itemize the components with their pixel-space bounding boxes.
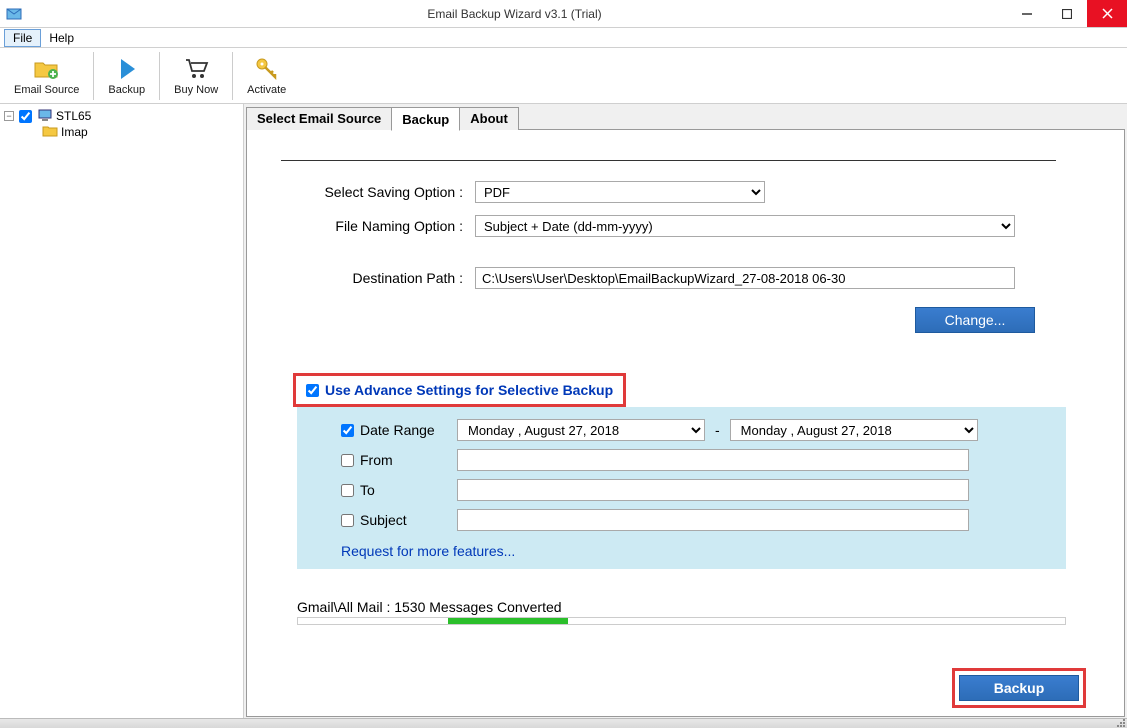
cart-icon — [182, 55, 210, 83]
subject-checkbox[interactable] — [341, 514, 354, 527]
progress-fill — [448, 618, 568, 624]
from-checkbox[interactable] — [341, 454, 354, 467]
subject-field: Subject — [341, 512, 451, 528]
from-field: From — [341, 452, 451, 468]
tab-about[interactable]: About — [459, 107, 519, 130]
to-input[interactable] — [457, 479, 969, 501]
tab-content-backup: Select Saving Option : PDF File Naming O… — [246, 129, 1125, 717]
separator-line — [281, 160, 1056, 161]
advance-settings-label: Use Advance Settings for Selective Backu… — [325, 382, 613, 398]
tree-child-row[interactable]: Imap — [4, 124, 239, 140]
minimize-button[interactable] — [1007, 0, 1047, 27]
date-range-field: Date Range — [341, 422, 451, 438]
filter-panel: Date Range Monday , August 27, 2018 - Mo… — [297, 407, 1066, 569]
toolbar-buy-now[interactable]: Buy Now — [166, 50, 226, 102]
tabstrip: Select Email Source Backup About — [246, 107, 1127, 130]
toolbar: Email Source Backup Buy Now Activate — [0, 48, 1127, 104]
toolbar-separator — [232, 52, 233, 100]
folder-plus-icon — [33, 55, 61, 83]
statusbar — [0, 718, 1127, 728]
tree-root-checkbox[interactable] — [19, 110, 32, 123]
tree-panel: − STL65 Imap — [0, 104, 244, 718]
from-label: From — [360, 452, 393, 468]
toolbar-backup[interactable]: Backup — [100, 50, 153, 102]
date-dash: - — [715, 422, 720, 438]
computer-icon — [37, 109, 53, 123]
tree-collapse-icon[interactable]: − — [4, 111, 14, 121]
toolbar-email-source[interactable]: Email Source — [6, 50, 87, 102]
status-text: Gmail\All Mail : 1530 Messages Converted — [297, 599, 1066, 615]
toolbar-activate-label: Activate — [247, 84, 286, 96]
date-from-select[interactable]: Monday , August 27, 2018 — [457, 419, 705, 441]
key-icon — [253, 55, 281, 83]
naming-option-label: File Naming Option : — [275, 218, 475, 234]
date-to-select[interactable]: Monday , August 27, 2018 — [730, 419, 978, 441]
toolbar-activate[interactable]: Activate — [239, 50, 294, 102]
toolbar-separator — [159, 52, 160, 100]
advance-settings-checkbox[interactable] — [306, 384, 319, 397]
date-range-label: Date Range — [360, 422, 435, 438]
toolbar-separator — [93, 52, 94, 100]
backup-button-highlight: Backup — [952, 668, 1086, 708]
from-input[interactable] — [457, 449, 969, 471]
saving-option-select[interactable]: PDF — [475, 181, 765, 203]
toolbar-buy-now-label: Buy Now — [174, 84, 218, 96]
titlebar: Email Backup Wizard v3.1 (Trial) — [0, 0, 1127, 28]
app-icon — [6, 6, 22, 22]
tree-root-label: STL65 — [56, 109, 91, 123]
tree-root-row[interactable]: − STL65 — [4, 108, 239, 124]
menubar: File Help — [0, 28, 1127, 48]
backup-button[interactable]: Backup — [959, 675, 1079, 701]
toolbar-backup-label: Backup — [108, 84, 145, 96]
change-button[interactable]: Change... — [915, 307, 1035, 333]
advance-settings-highlight: Use Advance Settings for Selective Backu… — [293, 373, 626, 407]
destination-path-label: Destination Path : — [275, 270, 475, 286]
resize-grip-icon[interactable] — [1115, 717, 1125, 727]
subject-label: Subject — [360, 512, 407, 528]
naming-option-select[interactable]: Subject + Date (dd-mm-yyyy) — [475, 215, 1015, 237]
destination-path-input[interactable] — [475, 267, 1015, 289]
tree-child-label: Imap — [61, 125, 88, 139]
window-controls — [1007, 0, 1127, 27]
folder-icon — [42, 125, 58, 139]
menu-file[interactable]: File — [4, 29, 41, 47]
tab-select-source[interactable]: Select Email Source — [246, 107, 392, 130]
menu-help[interactable]: Help — [41, 30, 82, 46]
more-features-link[interactable]: Request for more features... — [341, 543, 515, 559]
to-field: To — [341, 482, 451, 498]
saving-option-label: Select Saving Option : — [275, 184, 475, 200]
progress-bar — [297, 617, 1066, 625]
play-icon — [113, 55, 141, 83]
to-label: To — [360, 482, 375, 498]
tab-backup[interactable]: Backup — [391, 107, 460, 131]
close-button[interactable] — [1087, 0, 1127, 27]
window-title: Email Backup Wizard v3.1 (Trial) — [22, 7, 1007, 21]
date-range-checkbox[interactable] — [341, 424, 354, 437]
maximize-button[interactable] — [1047, 0, 1087, 27]
toolbar-email-source-label: Email Source — [14, 84, 79, 96]
subject-input[interactable] — [457, 509, 969, 531]
to-checkbox[interactable] — [341, 484, 354, 497]
